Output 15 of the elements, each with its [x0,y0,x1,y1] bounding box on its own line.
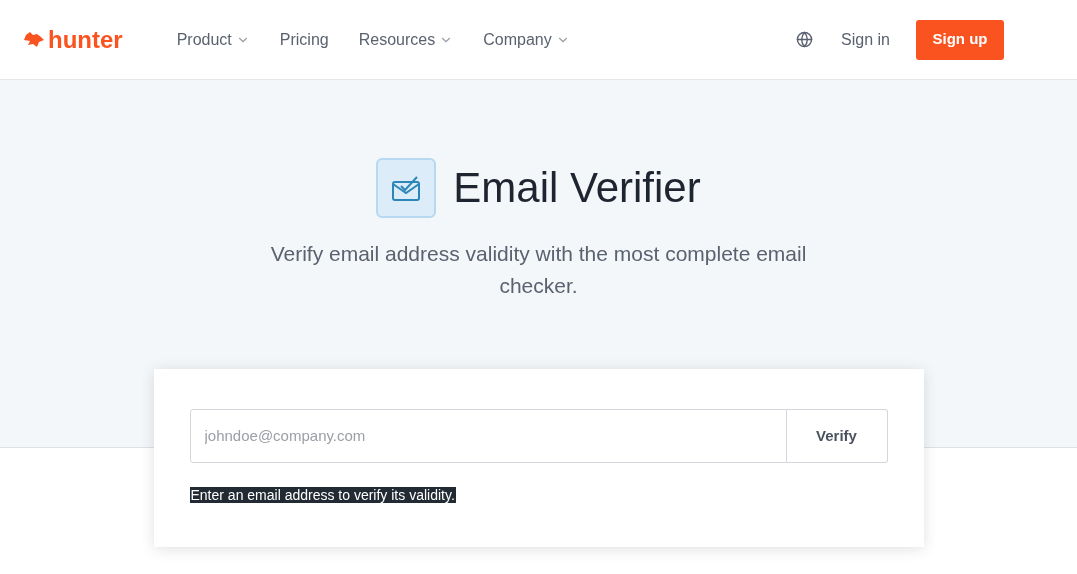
logo-wordmark[interactable]: hunter [48,27,123,52]
page-subtitle: Verify email address validity with the most complete email checker. [269,241,808,299]
fox-logo-icon [24,30,44,49]
nav-link[interactable]: Resources [358,27,454,52]
email-check-icon [376,158,437,218]
sign-in-link[interactable]: Sign in [841,27,890,52]
nav-link[interactable]: Product [176,27,250,52]
email-field[interactable]: johndoe@company.com [189,409,787,463]
sign-up-button[interactable]: Sign up [916,19,1004,60]
hint-text: Enter an email address to verify its validity. [189,487,456,503]
verify-button[interactable]: Verify [786,409,888,463]
globe-icon[interactable] [796,31,814,48]
nav-link[interactable]: Pricing [279,27,329,52]
nav-link[interactable]: Company [483,27,570,52]
page-title: Email Verifier [453,167,701,209]
